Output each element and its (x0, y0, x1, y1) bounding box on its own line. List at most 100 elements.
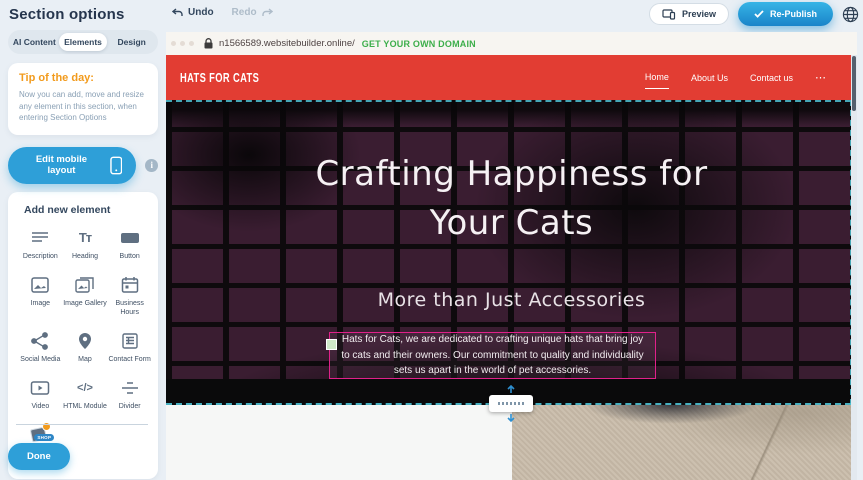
undo-redo-group: Undo Redo (172, 7, 273, 18)
drag-handle[interactable] (326, 339, 337, 350)
element-heading[interactable]: Tт Heading (63, 225, 108, 263)
element-grid: Description Tт Heading Button Image Imag… (18, 225, 152, 470)
hero-heading-line1: Crafting Happiness for (315, 154, 707, 194)
republish-button[interactable]: Re-Publish (738, 2, 833, 26)
browser-bar: n1566589.websitebuilder.online/ GET YOUR… (166, 32, 857, 55)
redo-icon (262, 8, 273, 17)
page-title: Section options (9, 6, 125, 23)
element-divider[interactable]: Divider (107, 375, 152, 413)
image-icon (28, 274, 52, 296)
element-social-media[interactable]: Social Media (18, 328, 63, 366)
site-header: HATS FOR CATS Home About Us Contact us ⋯ (166, 55, 857, 100)
tab-elements[interactable]: Elements (59, 33, 108, 51)
done-button[interactable]: Done (8, 443, 70, 470)
hero-section[interactable]: Crafting Happiness for Your Cats More th… (166, 100, 857, 405)
undo-icon (172, 8, 183, 17)
republish-label: Re-Publish (770, 9, 817, 19)
section-boundary-top (166, 100, 851, 102)
url-text[interactable]: n1566589.websitebuilder.online/ (219, 38, 355, 49)
site-nav: Home About Us Contact us ⋯ (645, 66, 827, 89)
element-html-module[interactable]: </> HTML Module (63, 375, 108, 413)
element-label: Heading (72, 252, 98, 261)
undo-button[interactable]: Undo (172, 7, 214, 18)
html-module-icon: </> (73, 377, 97, 399)
tab-design[interactable]: Design (107, 33, 156, 51)
scrollbar-thumb[interactable] (852, 56, 856, 111)
tab-ai-content[interactable]: AI Content (10, 33, 59, 51)
heading-icon: Tт (73, 227, 97, 249)
element-label: Map (78, 355, 92, 364)
element-map[interactable]: Map (63, 328, 108, 366)
tip-body: Now you can add, move and resize any ele… (19, 89, 147, 124)
description-icon (28, 227, 52, 249)
phone-icon (110, 156, 123, 175)
get-domain-link[interactable]: GET YOUR OWN DOMAIN (362, 39, 476, 49)
element-label: HTML Module (63, 402, 107, 411)
edit-mobile-layout-button[interactable]: Edit mobile layout (8, 147, 136, 184)
element-label: Divider (119, 402, 141, 411)
devices-icon (662, 9, 676, 20)
sidebar: AI Content Elements Design Tip of the da… (0, 26, 166, 480)
element-business-hours[interactable]: Business Hours (107, 272, 152, 319)
sidebar-tabbar: AI Content Elements Design (8, 30, 158, 54)
element-label: Description (23, 252, 58, 261)
grip-dots (498, 402, 525, 405)
add-element-title: Add new element (24, 204, 152, 216)
edit-mobile-row: Edit mobile layout i (8, 147, 158, 184)
undo-label: Undo (188, 7, 214, 18)
image-gallery-icon (73, 274, 97, 296)
redo-label: Redo (232, 7, 257, 18)
divider-icon (118, 377, 142, 399)
hero-subheading[interactable]: More than Just Accessories (166, 289, 857, 311)
hero-heading[interactable]: Crafting Happiness for Your Cats (166, 150, 857, 249)
element-contact-form[interactable]: Contact Form (107, 328, 152, 366)
info-icon[interactable]: i (145, 159, 158, 172)
check-icon (754, 10, 764, 18)
contact-form-icon (118, 330, 142, 352)
scrollbar[interactable] (851, 55, 857, 480)
element-image[interactable]: Image (18, 272, 63, 319)
nav-about-us[interactable]: About Us (691, 67, 728, 89)
element-label: Business Hours (107, 299, 152, 317)
shop-badge: SHOP (34, 434, 54, 441)
edit-mobile-label: Edit mobile layout (22, 154, 101, 176)
tip-title: Tip of the day: (19, 72, 147, 84)
nav-more-icon[interactable]: ⋯ (815, 71, 827, 84)
element-description[interactable]: Description (18, 225, 63, 263)
add-element-panel: Add new element Description Tт Heading B… (8, 192, 158, 480)
preview-label: Preview (682, 9, 716, 19)
nav-contact-us[interactable]: Contact us (750, 67, 793, 89)
resize-arrow-up-icon (507, 385, 516, 394)
hero-textbox-selected[interactable]: Hats for Cats, we are dedicated to craft… (329, 332, 656, 379)
element-image-gallery[interactable]: Image Gallery (63, 272, 108, 319)
business-hours-icon (118, 274, 142, 296)
social-media-icon (28, 330, 52, 352)
globe-icon[interactable] (842, 6, 859, 23)
button-icon (118, 227, 142, 249)
site-preview: n1566589.websitebuilder.online/ GET YOUR… (166, 32, 857, 480)
map-pin-icon (73, 330, 97, 352)
redo-button[interactable]: Redo (232, 7, 273, 18)
lock-icon (204, 38, 213, 49)
site-logo[interactable]: HATS FOR CATS (180, 70, 259, 85)
hero-heading-line2: Your Cats (430, 203, 594, 243)
element-label: Social Media (20, 355, 60, 364)
video-icon (28, 377, 52, 399)
nav-home[interactable]: Home (645, 66, 669, 89)
element-button[interactable]: Button (107, 225, 152, 263)
topbar-actions: Preview Re-Publish (649, 2, 859, 26)
hero-body-text: Hats for Cats, we are dedicated to craft… (338, 332, 647, 379)
cat-photo (512, 405, 851, 480)
browser-dots (171, 41, 194, 46)
resize-arrow-down-icon (507, 413, 516, 422)
sidebar-divider (16, 424, 148, 425)
element-label: Contact Form (108, 355, 150, 364)
section-resize-handle[interactable] (489, 395, 533, 412)
element-label: Image Gallery (63, 299, 107, 308)
element-label: Video (31, 402, 49, 411)
preview-button[interactable]: Preview (649, 3, 729, 25)
element-video[interactable]: Video (18, 375, 63, 413)
element-label: Image (31, 299, 50, 308)
tip-card: Tip of the day: Now you can add, move an… (8, 63, 158, 135)
element-label: Button (120, 252, 140, 261)
